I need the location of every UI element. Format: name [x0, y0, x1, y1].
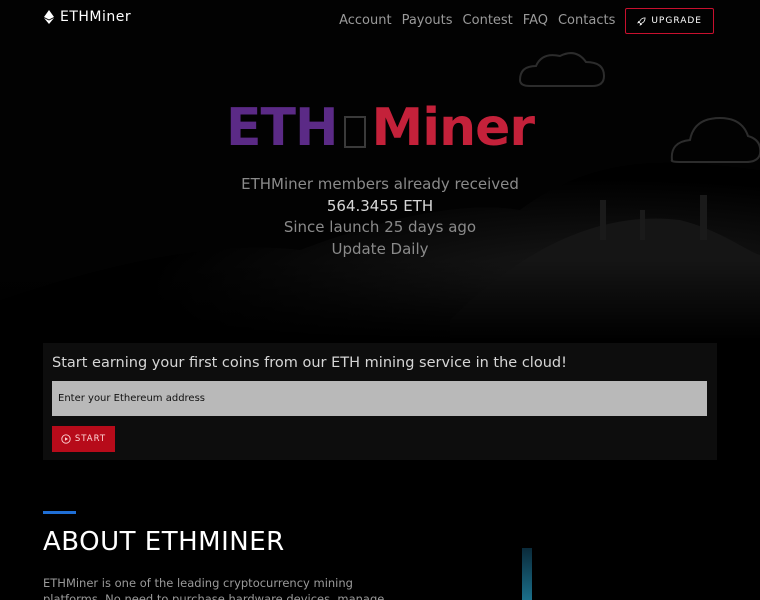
- stats-amount: 564.3455 ETH: [326, 196, 434, 215]
- about-title: ABOUT ETHMINER: [43, 527, 285, 557]
- stats-update-frequency: Update Daily: [331, 239, 429, 258]
- hero-title-eth: ETH: [225, 98, 339, 158]
- earn-title: Start earning your first coins from our …: [52, 355, 567, 371]
- nav-contacts[interactable]: Contacts: [558, 8, 615, 34]
- earn-panel: Start earning your first coins from our …: [43, 343, 717, 460]
- upgrade-label: UPGRADE: [651, 16, 702, 26]
- about-accent-bar: [43, 511, 76, 514]
- rocket-icon: [637, 16, 646, 26]
- top-nav: Account Payouts Contest FAQ Contacts UPG…: [339, 8, 714, 34]
- hero-background: [0, 0, 760, 340]
- start-label: START: [74, 434, 107, 444]
- brand-name: ETHMiner: [60, 9, 132, 25]
- ethereum-icon: [44, 10, 54, 24]
- ethereum-address-input[interactable]: [52, 381, 707, 416]
- nav-account[interactable]: Account: [339, 8, 392, 34]
- nav-payouts[interactable]: Payouts: [402, 8, 453, 34]
- about-text: ETHMiner is one of the leading cryptocur…: [43, 576, 385, 600]
- stats-received-label: ETHMiner members already received: [241, 175, 519, 193]
- hero-title-miner: Miner: [371, 98, 536, 158]
- brand-logo[interactable]: ETHMiner: [44, 9, 131, 25]
- nav-faq[interactable]: FAQ: [523, 8, 548, 34]
- hero-title: ETH Miner: [0, 98, 760, 158]
- stats-since-launch: Since launch 25 days ago: [283, 218, 477, 236]
- decorative-glow: [522, 548, 532, 600]
- start-button[interactable]: START: [52, 426, 115, 452]
- nav-contest[interactable]: Contest: [463, 8, 513, 34]
- page: ETH Miner Account Payouts Contest FAQ Con…: [0, 0, 760, 600]
- missing-glyph-icon: [343, 116, 366, 148]
- upgrade-button[interactable]: UPGRADE: [625, 8, 714, 34]
- play-circle-icon: [61, 434, 71, 444]
- hero-stats: ETHMiner members already received 564.34…: [0, 174, 760, 260]
